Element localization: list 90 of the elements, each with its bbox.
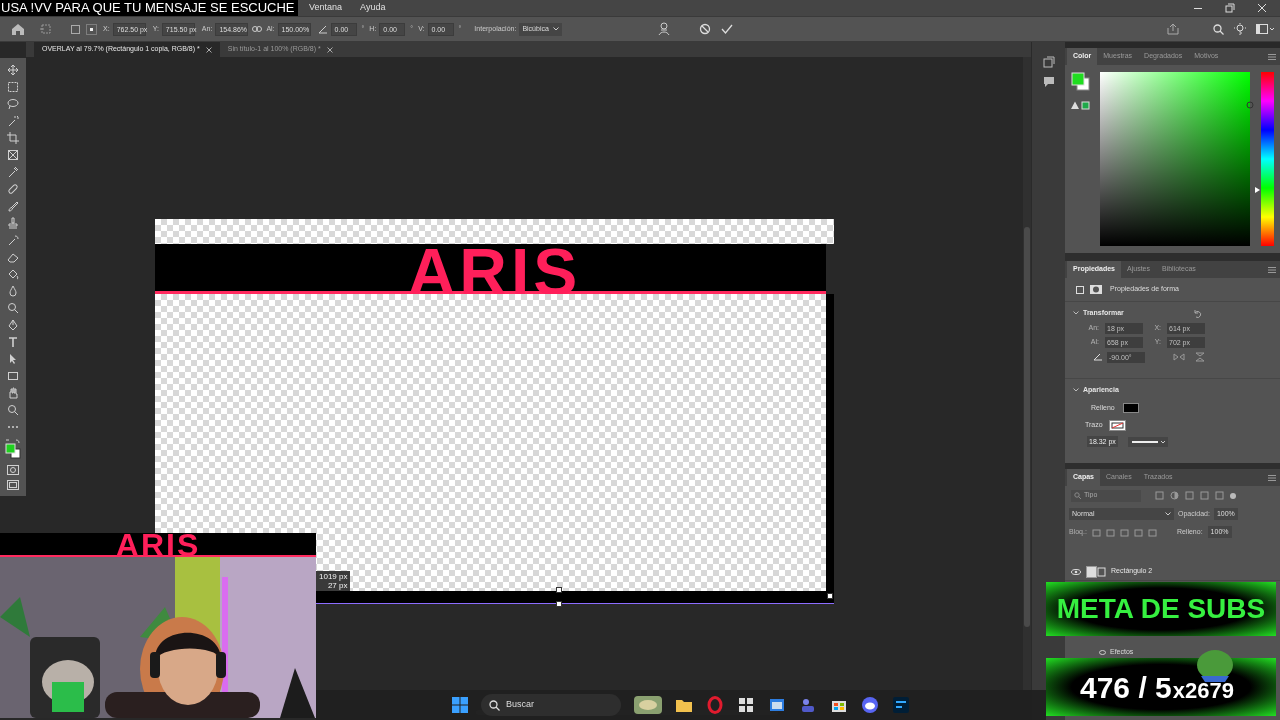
eye-icon[interactable]	[1071, 568, 1081, 575]
comment-icon[interactable]	[1042, 76, 1055, 88]
angle-icon	[1093, 353, 1103, 361]
angle-icon	[317, 24, 328, 34]
pen-icon[interactable]	[7, 319, 19, 331]
drop-icon[interactable]	[7, 285, 19, 297]
type-tool-icon[interactable]	[7, 336, 19, 348]
chevron-down-icon[interactable]	[1073, 388, 1079, 393]
fill-swatch[interactable]	[1122, 402, 1139, 413]
workspace-icon[interactable]	[1256, 24, 1274, 34]
stroke-style-dropdown[interactable]	[1127, 436, 1168, 447]
circle-half-icon[interactable]	[1170, 491, 1179, 500]
transform-handle[interactable]	[556, 587, 562, 593]
history-brush-icon[interactable]	[7, 234, 19, 246]
history-icon[interactable]	[1042, 56, 1055, 68]
quick-mask-icon[interactable]	[7, 465, 19, 475]
close-icon[interactable]	[326, 46, 333, 53]
shape-transform-icon[interactable]	[1075, 284, 1085, 295]
logo-text: ARIS	[115, 531, 201, 555]
square-icon[interactable]	[71, 24, 80, 34]
hand-icon[interactable]	[7, 387, 19, 399]
bandage-icon[interactable]	[7, 183, 19, 195]
eraser-icon[interactable]	[7, 251, 19, 263]
search-icon	[1074, 492, 1081, 499]
measurement-value: 1019 px	[319, 572, 348, 581]
editor-app-icon[interactable]	[892, 696, 910, 714]
chevron-down-icon	[552, 27, 559, 31]
menu-item[interactable]: Ventana	[300, 1, 352, 15]
search-icon	[489, 699, 500, 711]
chevron-down-icon	[1165, 512, 1171, 516]
screen-mode-icon[interactable]	[7, 480, 19, 490]
checkmark-icon[interactable]	[720, 23, 733, 35]
foreground-background-colors-icon[interactable]	[5, 438, 21, 460]
goal-count: 476 / 5	[1080, 669, 1172, 706]
menu-item[interactable]: Ayuda	[351, 1, 395, 15]
chat-bubble-app-icon[interactable]	[861, 696, 879, 714]
move-icon[interactable]	[7, 64, 19, 76]
goal-title: META DE SUBS	[1056, 592, 1266, 626]
restore-icon[interactable]	[1225, 3, 1235, 13]
layer-thumbnail-icon	[1086, 565, 1106, 578]
game-thumbnail-icon[interactable]	[634, 696, 662, 714]
transform-handle[interactable]	[556, 601, 562, 607]
chevron-down-icon[interactable]	[1073, 311, 1079, 316]
color-swatches-icon[interactable]	[1071, 72, 1090, 91]
zoom-icon[interactable]	[7, 404, 19, 416]
rectangle-icon[interactable]	[7, 370, 19, 382]
multiplier-text: x2679	[1172, 676, 1234, 705]
panel-menu-icon[interactable]	[1268, 266, 1276, 273]
dashed-square-icon[interactable]	[7, 81, 19, 93]
people-app-icon[interactable]	[799, 696, 817, 714]
search-input[interactable]: Buscar	[506, 698, 586, 712]
reset-icon[interactable]	[1193, 308, 1202, 318]
flip-vertical-icon[interactable]	[1195, 352, 1205, 362]
flip-horizontal-icon[interactable]	[1173, 353, 1185, 361]
picker-ring[interactable]	[1246, 101, 1254, 109]
magic-wand-icon[interactable]	[7, 115, 19, 127]
stroke-swatch[interactable]	[1108, 420, 1126, 431]
grid-app-icon[interactable]	[737, 696, 755, 714]
lightbulb-icon[interactable]	[1234, 23, 1246, 35]
eyedropper-icon[interactable]	[7, 166, 19, 178]
close-icon[interactable]	[205, 46, 212, 53]
brush-icon[interactable]	[7, 200, 19, 212]
frame-icon[interactable]	[7, 149, 19, 161]
mask-icon[interactable]	[1090, 285, 1102, 294]
cancel-icon[interactable]	[698, 23, 711, 35]
filter-toggle-icon[interactable]	[1230, 492, 1236, 499]
eye-icon[interactable]	[1099, 649, 1106, 655]
magnifier-icon[interactable]	[7, 302, 19, 314]
vertical-scrollbar[interactable]	[1024, 227, 1030, 627]
stream-banner: USA !VV PARA QUE TU MENSAJE SE ESCUCHE	[0, 0, 298, 16]
windows-start-icon[interactable]	[452, 697, 468, 713]
gamut-warning-icon[interactable]	[1071, 101, 1090, 110]
stamp-icon[interactable]	[7, 217, 19, 229]
reference-point-icon[interactable]	[86, 23, 97, 35]
panel-menu-icon[interactable]	[1268, 53, 1276, 60]
logo-text: ARIS	[407, 242, 582, 302]
home-icon[interactable]	[11, 23, 25, 35]
share-icon[interactable]	[1167, 23, 1179, 35]
window-app-icon[interactable]	[768, 696, 786, 714]
search-icon[interactable]	[1213, 23, 1224, 35]
bucket-icon[interactable]	[7, 268, 19, 280]
measurement-value: 27 px	[327, 581, 348, 590]
lasso-icon[interactable]	[7, 98, 19, 110]
taskbar-search-field[interactable]: Buscar	[481, 694, 621, 716]
ring-app-icon[interactable]	[706, 696, 724, 714]
panel-menu-icon[interactable]	[1268, 474, 1276, 481]
pointer-icon[interactable]	[7, 353, 19, 365]
transform-handle[interactable]	[827, 593, 833, 599]
link-icon[interactable]	[252, 26, 263, 32]
crop-icon[interactable]	[7, 132, 19, 144]
